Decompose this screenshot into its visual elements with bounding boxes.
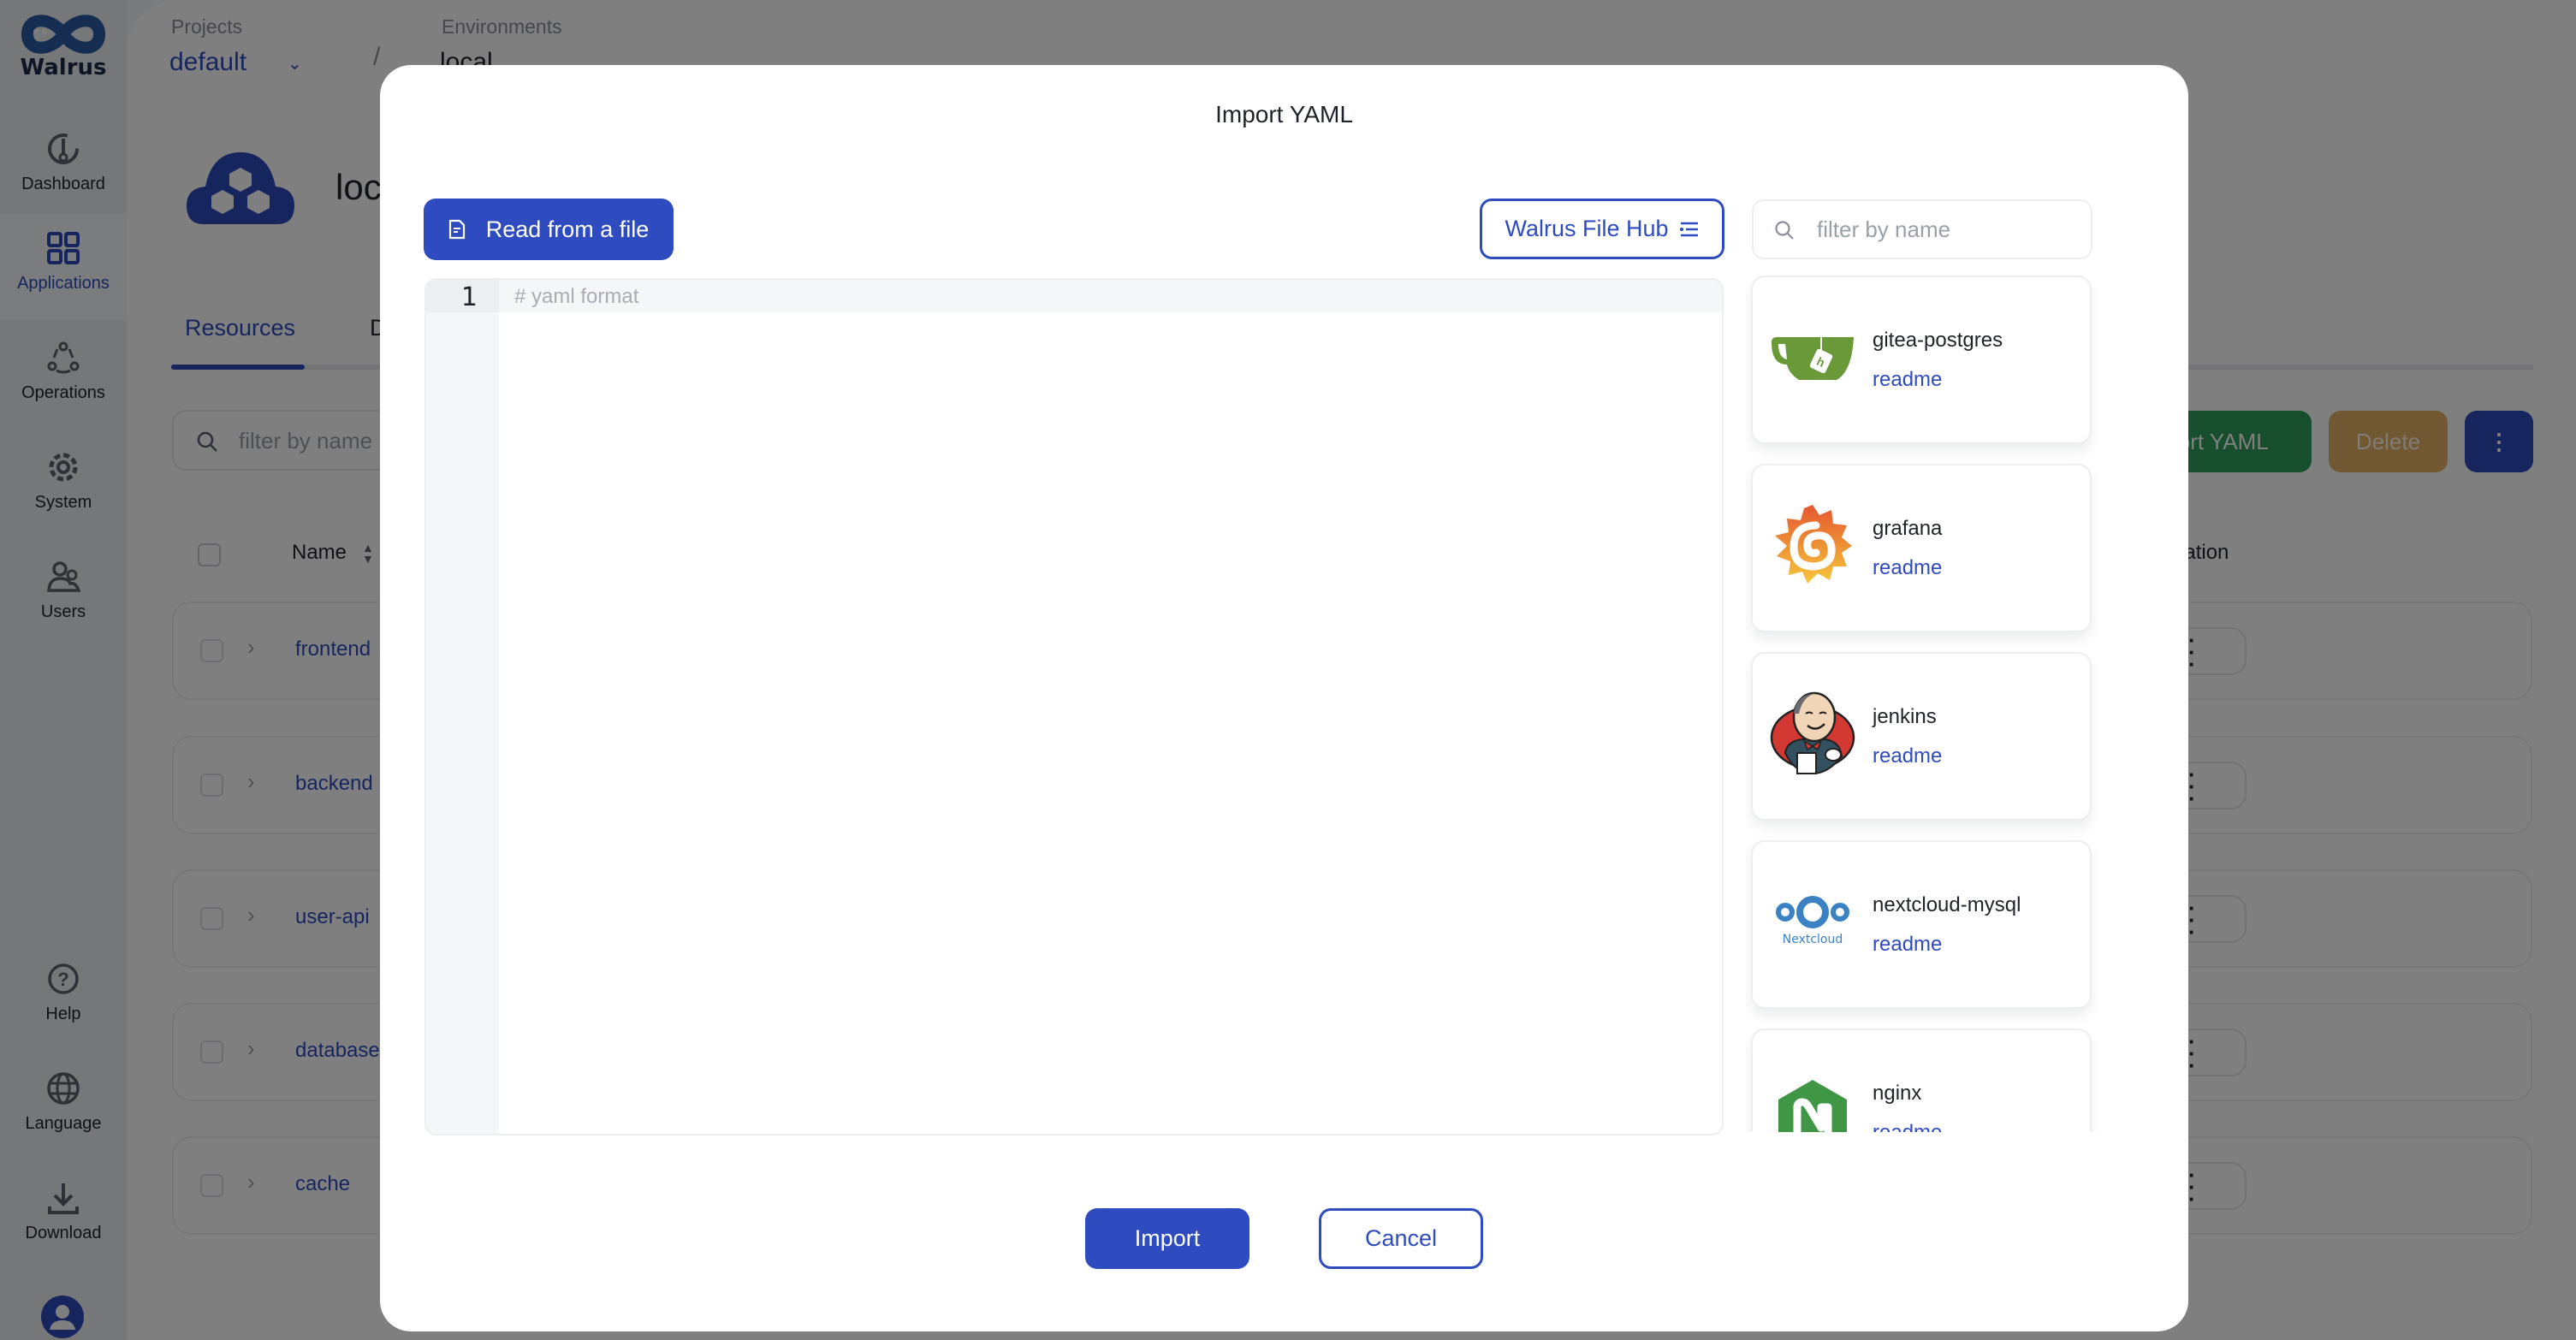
readme-link[interactable]: readme: [1873, 556, 1942, 580]
walrus-file-hub-button[interactable]: Walrus File Hub: [1480, 199, 1724, 259]
yaml-editor[interactable]: 1 # yaml format: [424, 278, 1724, 1135]
gitea-logo-icon: h: [1772, 337, 1854, 380]
template-name: nextcloud-mysql: [1873, 893, 2021, 916]
readme-link[interactable]: readme: [1873, 1121, 1942, 1132]
nextcloud-logo-icon: Nextcloud: [1776, 896, 1849, 946]
editor-placeholder: # yaml format: [514, 285, 639, 308]
read-from-file-label: Read from a file: [485, 216, 650, 242]
search-icon: [1775, 221, 1794, 240]
dialog-title: Import YAML: [1215, 101, 1353, 127]
template-card-nextcloud-mysql[interactable]: Nextcloud nextcloud-mysql readme: [1751, 840, 2092, 1009]
template-name: jenkins: [1873, 705, 1937, 728]
cancel-button[interactable]: Cancel: [1319, 1208, 1483, 1269]
read-from-file-button[interactable]: Read from a file: [424, 199, 674, 260]
import-yaml-dialog: Import YAML Read from a file Walrus File…: [380, 65, 2188, 1331]
template-card-nginx[interactable]: nginx readme: [1751, 1029, 2092, 1132]
list-icon: [1679, 222, 1698, 237]
template-card-jenkins[interactable]: jenkins readme: [1751, 652, 2092, 821]
import-button[interactable]: Import: [1085, 1208, 1249, 1269]
file-icon: [448, 219, 465, 240]
readme-link[interactable]: readme: [1873, 744, 1942, 768]
nextcloud-caption: Nextcloud: [1783, 933, 1843, 946]
jenkins-logo-icon: [1770, 691, 1855, 775]
template-card-gitea-postgres[interactable]: h gitea-postgres readme: [1751, 276, 2092, 444]
line-number-gutter: [426, 280, 499, 1134]
template-list[interactable]: h gitea-postgres readme grafana readme j…: [1746, 276, 2105, 1132]
nginx-logo-icon: [1778, 1080, 1847, 1132]
readme-link[interactable]: readme: [1873, 933, 1942, 957]
readme-link[interactable]: readme: [1873, 368, 1942, 392]
template-name: gitea-postgres: [1873, 329, 2003, 352]
template-name: nginx: [1873, 1082, 1922, 1105]
template-name: grafana: [1873, 517, 1943, 540]
template-search-input[interactable]: [1817, 210, 2074, 249]
template-search-field[interactable]: [1752, 199, 2092, 259]
template-card-grafana[interactable]: grafana readme: [1751, 464, 2092, 632]
file-hub-label: Walrus File Hub: [1505, 216, 1669, 241]
line-number: 1: [460, 282, 478, 312]
grafana-logo-icon: [1775, 505, 1852, 584]
